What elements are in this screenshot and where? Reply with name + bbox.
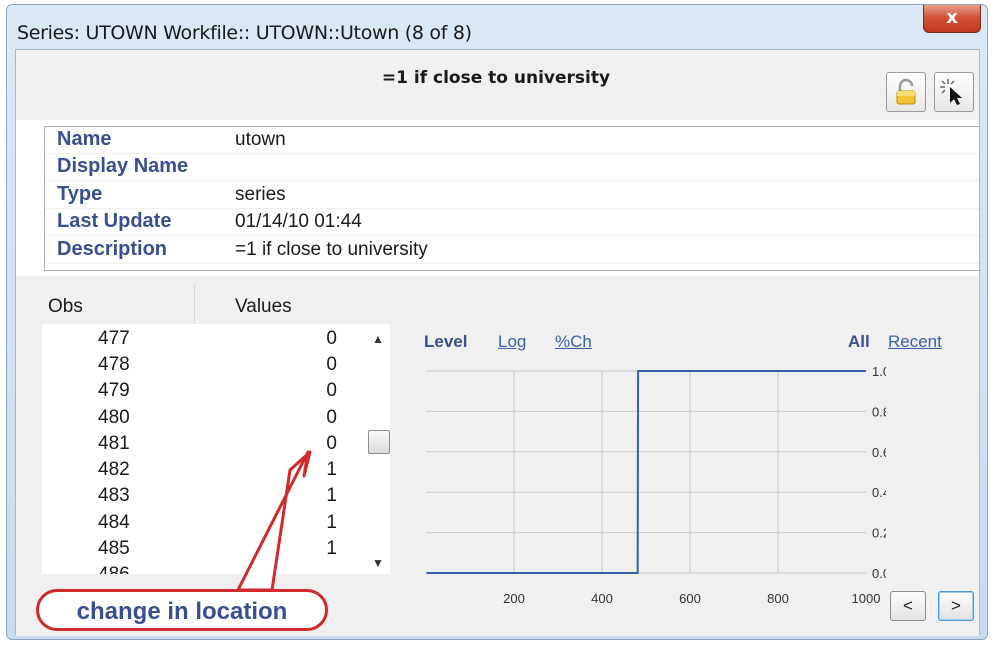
value-cell[interactable]: 0 bbox=[326, 328, 337, 350]
value-cell[interactable]: 1 bbox=[326, 485, 337, 507]
table-row[interactable]: 482 1 bbox=[42, 457, 367, 484]
title-bar[interactable]: Series: UTOWN Workfile:: UTOWN::Utown (8… bbox=[7, 5, 987, 49]
tab-all[interactable]: All bbox=[848, 332, 870, 352]
y-tick-label: 0.0 bbox=[872, 566, 886, 581]
value-cell[interactable]: 0 bbox=[326, 433, 337, 455]
next-series-button[interactable]: > bbox=[938, 591, 974, 621]
series-window: Series: UTOWN Workfile:: UTOWN::Utown (8… bbox=[6, 4, 988, 640]
series-line-chart: 0.0 0.2 0.4 0.6 0.8 1.0 200 400 600 800 1000 bbox=[426, 364, 886, 606]
obs-cell: 477 bbox=[98, 328, 130, 349]
value-cell[interactable]: 0 bbox=[326, 354, 337, 376]
close-button[interactable]: x bbox=[923, 5, 981, 33]
info-key: Last Update bbox=[57, 210, 172, 232]
window-title: Series: UTOWN Workfile:: UTOWN::Utown (8… bbox=[17, 22, 472, 44]
spreadsheet-header: Obs Values bbox=[42, 284, 390, 324]
obs-cell: 481 bbox=[98, 433, 130, 454]
scroll-up-arrow-icon[interactable]: ▲ bbox=[372, 332, 384, 346]
lock-icon bbox=[896, 78, 916, 105]
value-cell[interactable]: 1 bbox=[326, 459, 337, 481]
series-header: =1 if close to university bbox=[16, 50, 979, 120]
table-row[interactable]: 477 0 bbox=[42, 326, 367, 353]
column-header-obs[interactable]: Obs bbox=[48, 296, 83, 318]
x-tick-label: 200 bbox=[503, 591, 525, 606]
x-tick-label: 1000 bbox=[852, 591, 881, 606]
info-key: Type bbox=[57, 183, 103, 205]
obs-cell: 480 bbox=[98, 407, 130, 428]
previous-series-button[interactable]: < bbox=[890, 591, 926, 621]
select-cursor-icon bbox=[940, 79, 962, 105]
x-tick-label: 400 bbox=[591, 591, 613, 606]
value-cell[interactable]: 0 bbox=[326, 380, 337, 402]
info-value: =1 if close to university bbox=[235, 239, 428, 260]
scroll-thumb[interactable] bbox=[368, 430, 390, 454]
obs-cell: 479 bbox=[98, 380, 130, 401]
column-divider[interactable] bbox=[194, 284, 195, 324]
spreadsheet-rows: 477 0 478 0 479 0 480 0 481 0 482 1 483 … bbox=[42, 326, 367, 574]
info-value: series bbox=[235, 184, 286, 205]
value-cell[interactable]: 1 bbox=[326, 512, 337, 534]
y-tick-label: 0.4 bbox=[872, 485, 886, 500]
info-row-last-update: Last Update 01/14/10 01:44 bbox=[45, 209, 979, 236]
info-row-description: Description =1 if close to university bbox=[45, 237, 979, 264]
vertical-scrollbar[interactable]: ▲ ▼ bbox=[367, 326, 390, 574]
table-row[interactable]: 486 bbox=[42, 562, 367, 574]
series-view: =1 if close to university Name utown Dis… bbox=[15, 49, 980, 636]
scroll-down-arrow-icon[interactable]: ▼ bbox=[372, 556, 384, 570]
table-row[interactable]: 481 0 bbox=[42, 431, 367, 458]
table-row[interactable]: 485 1 bbox=[42, 536, 367, 563]
value-cell[interactable]: 0 bbox=[326, 407, 337, 429]
info-key: Description bbox=[57, 238, 168, 260]
table-row[interactable]: 478 0 bbox=[42, 352, 367, 379]
table-row[interactable]: 483 1 bbox=[42, 483, 367, 510]
obs-cell: 485 bbox=[98, 538, 130, 559]
y-tick-label: 1.0 bbox=[872, 364, 886, 379]
series-info-table: Name utown Display Name Type series Last… bbox=[44, 126, 980, 271]
x-tick-label: 600 bbox=[679, 591, 701, 606]
tab-log[interactable]: Log bbox=[498, 332, 526, 352]
info-key: Name bbox=[57, 128, 112, 150]
obs-cell: 478 bbox=[98, 354, 130, 375]
obs-cell: 482 bbox=[98, 459, 130, 480]
info-value: 01/14/10 01:44 bbox=[235, 211, 362, 232]
info-key: Display Name bbox=[57, 155, 189, 177]
close-icon: x bbox=[946, 7, 958, 28]
series-line bbox=[426, 370, 866, 574]
select-button[interactable] bbox=[934, 72, 974, 112]
change-in-location-callout: change in location bbox=[36, 589, 328, 631]
table-row[interactable]: 480 0 bbox=[42, 405, 367, 432]
y-tick-label: 0.8 bbox=[872, 404, 886, 419]
x-tick-label: 800 bbox=[767, 591, 789, 606]
column-header-values[interactable]: Values bbox=[235, 296, 292, 318]
table-row[interactable]: 484 1 bbox=[42, 510, 367, 537]
tab-level[interactable]: Level bbox=[424, 332, 467, 352]
obs-cell: 483 bbox=[98, 485, 130, 506]
info-row-type: Type series bbox=[45, 182, 979, 209]
info-value: utown bbox=[235, 129, 286, 150]
lock-button[interactable] bbox=[886, 72, 926, 112]
obs-cell: 484 bbox=[98, 512, 130, 533]
y-tick-label: 0.2 bbox=[872, 526, 886, 541]
value-cell[interactable]: 1 bbox=[326, 538, 337, 560]
tab-pct-change[interactable]: %Ch bbox=[555, 332, 592, 352]
callout-label: change in location bbox=[76, 598, 288, 625]
obs-cell: 486 bbox=[98, 564, 130, 574]
values-spreadsheet: Obs Values 477 0 478 0 479 0 480 0 481 0… bbox=[42, 284, 390, 574]
info-row-display-name: Display Name bbox=[45, 154, 979, 181]
data-panel: Obs Values 477 0 478 0 479 0 480 0 481 0… bbox=[16, 276, 979, 636]
info-row-name: Name utown bbox=[45, 127, 979, 154]
tab-recent[interactable]: Recent bbox=[888, 332, 942, 352]
table-row[interactable]: 479 0 bbox=[42, 378, 367, 405]
series-description-heading: =1 if close to university bbox=[381, 68, 611, 88]
y-tick-label: 0.6 bbox=[872, 445, 886, 460]
